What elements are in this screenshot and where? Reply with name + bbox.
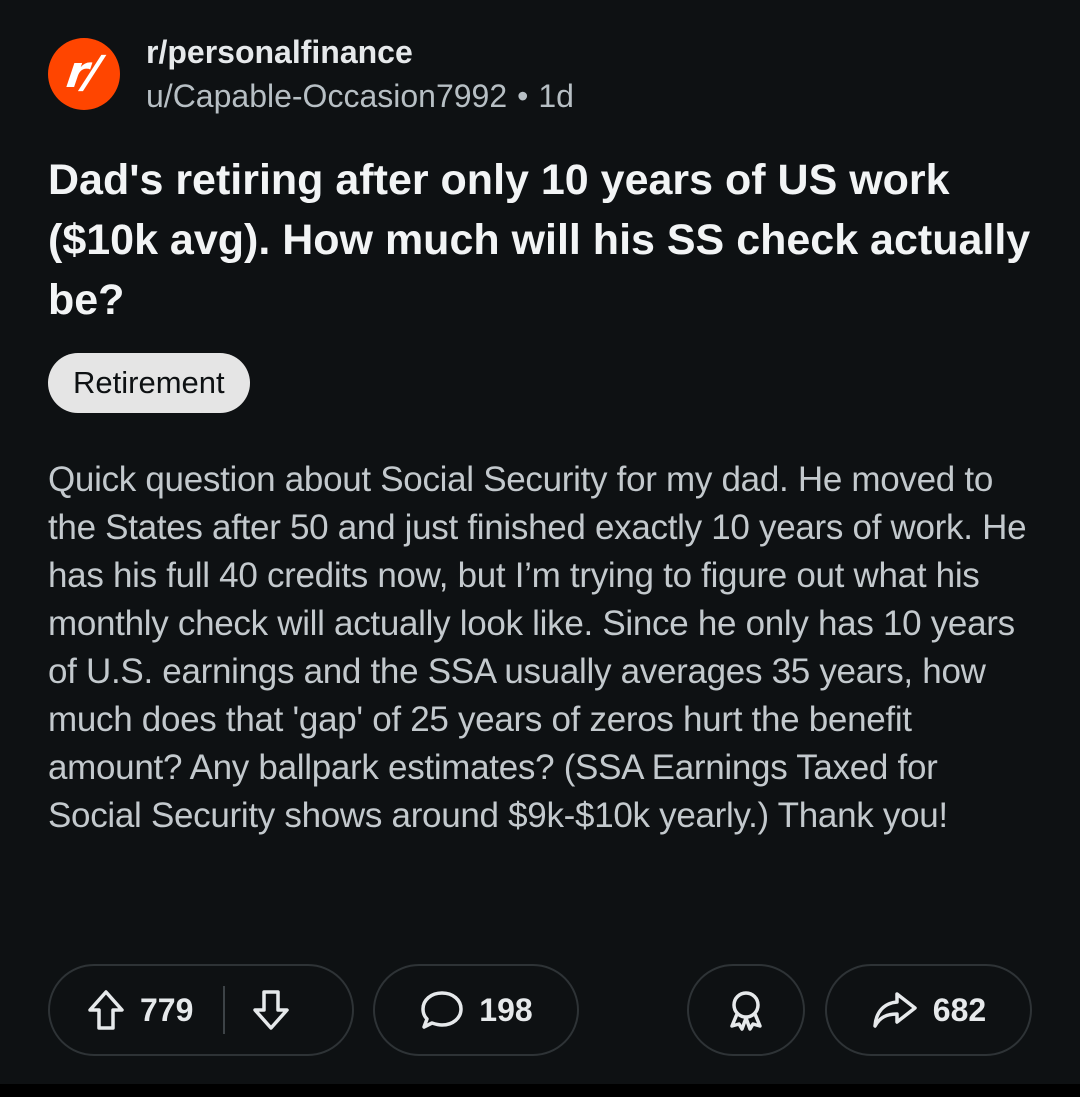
- post-meta: u/Capable-Occasion7992 • 1d: [146, 78, 574, 114]
- share-button[interactable]: 682: [825, 964, 1032, 1056]
- post-header: r/ r/personalfinance u/Capable-Occasion7…: [48, 34, 1028, 114]
- vote-divider: [223, 986, 226, 1034]
- username[interactable]: u/Capable-Occasion7992: [146, 78, 507, 114]
- arrow-down-icon[interactable]: [251, 988, 291, 1032]
- arrow-up-icon[interactable]: [86, 988, 126, 1032]
- meta-separator: •: [517, 78, 529, 114]
- award-ribbon-icon: [725, 988, 767, 1032]
- post-body: Quick question about Social Security for…: [48, 460, 1027, 835]
- upvote-count: 779: [140, 991, 194, 1028]
- vote-bar: 779: [48, 964, 354, 1056]
- post-card: r/ r/personalfinance u/Capable-Occasion7…: [0, 0, 1080, 1085]
- bottom-edge: [0, 1084, 1080, 1097]
- award-button[interactable]: [687, 964, 805, 1056]
- subreddit-name[interactable]: r/personalfinance: [146, 34, 413, 70]
- avatar-letter: r/: [63, 47, 101, 98]
- speech-bubble-icon: [419, 988, 465, 1032]
- post-flair[interactable]: Retirement: [48, 353, 250, 413]
- comments-button[interactable]: 198: [373, 964, 579, 1056]
- share-arrow-icon: [871, 988, 919, 1032]
- subreddit-avatar[interactable]: r/: [48, 38, 120, 110]
- share-count: 682: [932, 991, 987, 1028]
- comment-count: 198: [479, 991, 533, 1028]
- post-age: 1d: [538, 78, 574, 114]
- post-title[interactable]: Dad's retiring after only 10 years of US…: [48, 150, 1033, 330]
